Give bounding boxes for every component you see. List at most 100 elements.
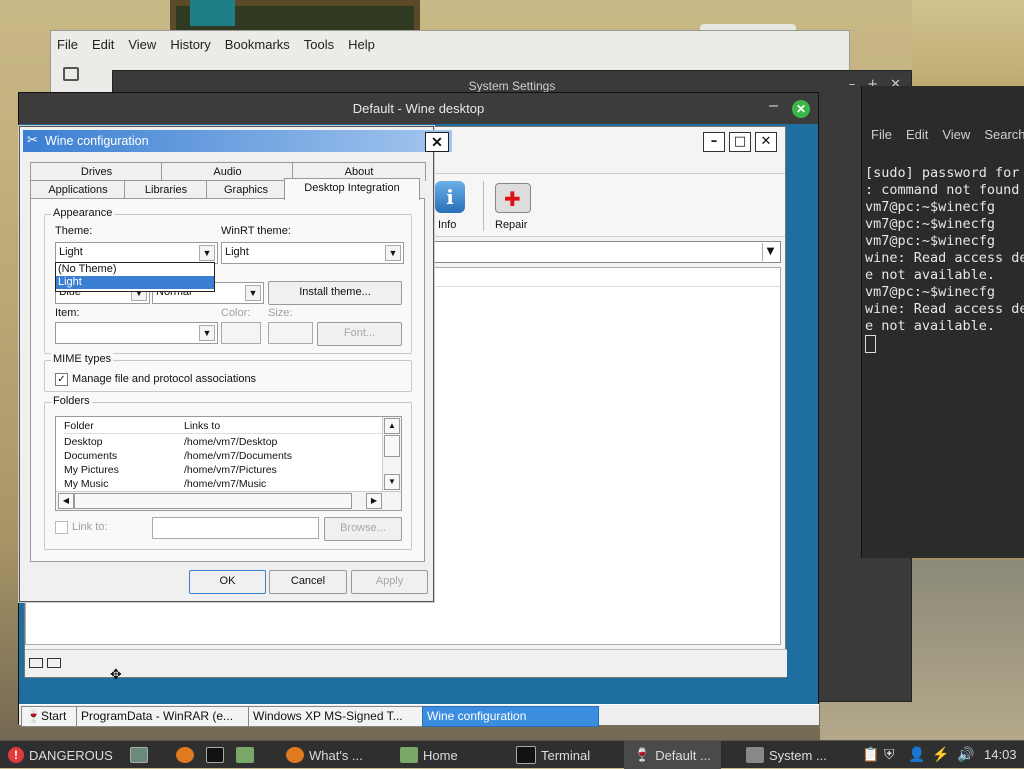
tools-icon: ✂: [27, 132, 38, 147]
network-icon[interactable]: ⚡: [932, 746, 949, 763]
terminal-menu-search[interactable]: Search: [984, 127, 1024, 142]
clock[interactable]: 14:03: [984, 747, 1017, 762]
manage-associations-label[interactable]: Manage file and protocol associations: [72, 373, 256, 385]
folder-link: /home/vm7/Desktop: [184, 436, 278, 448]
clipboard-icon[interactable]: 📋: [862, 746, 879, 763]
folder-link: /home/vm7/Music: [184, 478, 267, 490]
theme-option-light[interactable]: Light: [56, 276, 214, 289]
color-label: Color:: [221, 307, 251, 319]
chevron-down-icon[interactable]: ▼: [245, 285, 261, 301]
panel-task-terminal[interactable]: Terminal: [516, 741, 590, 769]
terminal-menu-view[interactable]: View: [942, 127, 970, 142]
theme-option-no-theme[interactable]: (No Theme): [56, 263, 214, 276]
winrt-theme-combo[interactable]: Light ▼: [221, 242, 404, 264]
cancel-button[interactable]: Cancel: [269, 570, 347, 594]
tab-audio[interactable]: Audio: [161, 162, 294, 181]
minimize-button[interactable]: –: [769, 97, 778, 115]
chevron-down-icon[interactable]: ▼: [199, 245, 215, 261]
taskbar-item-windows-xp[interactable]: Windows XP MS-Signed T...: [248, 706, 426, 727]
panel-item-label: Terminal: [541, 747, 591, 763]
files-launcher-icon[interactable]: [236, 747, 254, 763]
panel-task-system-settings[interactable]: System ...: [746, 741, 827, 769]
theme-combo[interactable]: Light ▼: [55, 242, 218, 264]
settings-icon: [746, 747, 764, 763]
firefox-icon: [286, 747, 304, 763]
firefox-menu-edit[interactable]: Edit: [92, 37, 114, 52]
toolbar-info-label[interactable]: Info: [438, 219, 456, 231]
background-ledge: [912, 0, 1024, 90]
scroll-left-icon[interactable]: ◀: [58, 493, 74, 509]
user-icon[interactable]: 👤: [908, 746, 925, 763]
taskbar-item-wine-configuration[interactable]: Wine configuration: [422, 706, 599, 727]
manage-associations-checkbox[interactable]: ✓: [55, 373, 68, 386]
tab-applications[interactable]: Applications: [30, 180, 126, 199]
tab-graphics[interactable]: Graphics: [206, 180, 286, 199]
folders-list[interactable]: Folder Links to Desktop /home/vm7/Deskto…: [55, 416, 402, 511]
item-label: Item:: [55, 307, 80, 319]
warning-icon: !: [8, 747, 24, 763]
terminal-cursor: [865, 335, 876, 353]
column-header-folder[interactable]: Folder: [64, 420, 94, 432]
firefox-launcher-icon[interactable]: [176, 747, 194, 763]
info-icon[interactable]: i: [435, 181, 465, 213]
table-row[interactable]: Desktop /home/vm7/Desktop: [64, 435, 277, 449]
maximize-button[interactable]: □: [729, 132, 751, 152]
red-cross-icon: ✚: [504, 187, 521, 211]
scroll-thumb[interactable]: [384, 435, 400, 457]
firefox-menu-tools[interactable]: Tools: [304, 37, 334, 52]
shield-icon[interactable]: ⛨: [884, 746, 895, 763]
taskbar-item-winrar[interactable]: ProgramData - WinRAR (e...: [76, 706, 252, 727]
item-combo[interactable]: ▼: [55, 322, 218, 344]
column-header-links-to[interactable]: Links to: [184, 419, 220, 433]
chevron-down-icon[interactable]: ▼: [762, 243, 778, 261]
close-button[interactable]: ✕: [792, 100, 810, 118]
scroll-up-icon[interactable]: ▲: [384, 418, 400, 434]
table-row[interactable]: Documents /home/vm7/Documents: [64, 449, 292, 463]
close-button[interactable]: ✕: [755, 132, 777, 152]
vertical-scrollbar[interactable]: ▲ ▼: [382, 417, 401, 491]
panel-item-dangerous[interactable]: ! DANGEROUS: [8, 741, 113, 769]
close-button[interactable]: ✕: [425, 132, 449, 152]
firefox-menu-bookmarks[interactable]: Bookmarks: [225, 37, 290, 52]
minimize-button[interactable]: –: [703, 132, 725, 152]
terminal-line: : command not found: [865, 182, 1020, 198]
theme-dropdown-list[interactable]: (No Theme) Light: [55, 262, 215, 292]
panel-task-home[interactable]: Home: [400, 741, 458, 769]
firefox-menu-file[interactable]: File: [57, 37, 78, 52]
terminal-menu-edit[interactable]: Edit: [906, 127, 928, 142]
chevron-down-icon[interactable]: ▼: [385, 245, 401, 261]
tab-libraries[interactable]: Libraries: [124, 180, 208, 199]
ok-button[interactable]: OK: [189, 570, 266, 594]
tab-desktop-integration[interactable]: Desktop Integration: [284, 178, 420, 200]
firefox-menu-history[interactable]: History: [170, 37, 210, 52]
tab-drives[interactable]: Drives: [30, 162, 163, 181]
scroll-down-icon[interactable]: ▼: [384, 474, 400, 490]
terminal-menu-file[interactable]: File: [871, 127, 892, 142]
scroll-thumb[interactable]: [74, 493, 352, 509]
terminal-launcher-icon[interactable]: [206, 747, 224, 763]
panel-task-firefox[interactable]: What's ...: [286, 741, 363, 769]
panel-task-wine-desktop[interactable]: 🍷 Default ...: [624, 741, 721, 769]
firefox-menu-view[interactable]: View: [128, 37, 156, 52]
show-desktop-icon[interactable]: [130, 747, 148, 763]
winrt-theme-label: WinRT theme:: [221, 225, 291, 237]
minimize-button[interactable]: –: [849, 77, 856, 92]
firefox-menu-help[interactable]: Help: [348, 37, 375, 52]
scroll-right-icon[interactable]: ▶: [366, 493, 382, 509]
toolbar-repair-label[interactable]: Repair: [495, 219, 527, 231]
chevron-down-icon[interactable]: ▼: [199, 325, 215, 341]
horizontal-scrollbar[interactable]: ◀ ▶: [56, 491, 401, 510]
firefox-library-icon[interactable]: [63, 67, 79, 81]
firefox-menubar: File Edit View History Bookmarks Tools H…: [57, 37, 375, 52]
install-theme-button[interactable]: Install theme...: [268, 281, 402, 305]
folder-icon: [400, 747, 418, 763]
folder-name: Desktop: [64, 436, 103, 448]
terminal-output[interactable]: [sudo] password for: command not found vm…: [865, 148, 1024, 387]
volume-icon[interactable]: 🔊: [957, 746, 974, 763]
wine-start-button[interactable]: 🍷Start: [21, 706, 81, 727]
table-row[interactable]: My Pictures /home/vm7/Pictures: [64, 463, 277, 477]
dialog-titlebar: ✂ Wine configuration ✕: [23, 130, 452, 152]
start-label: Start: [40, 709, 67, 723]
terminal-window[interactable]: File Edit View Search [sudo] password fo…: [861, 86, 1024, 558]
table-row[interactable]: My Music /home/vm7/Music: [64, 477, 266, 491]
